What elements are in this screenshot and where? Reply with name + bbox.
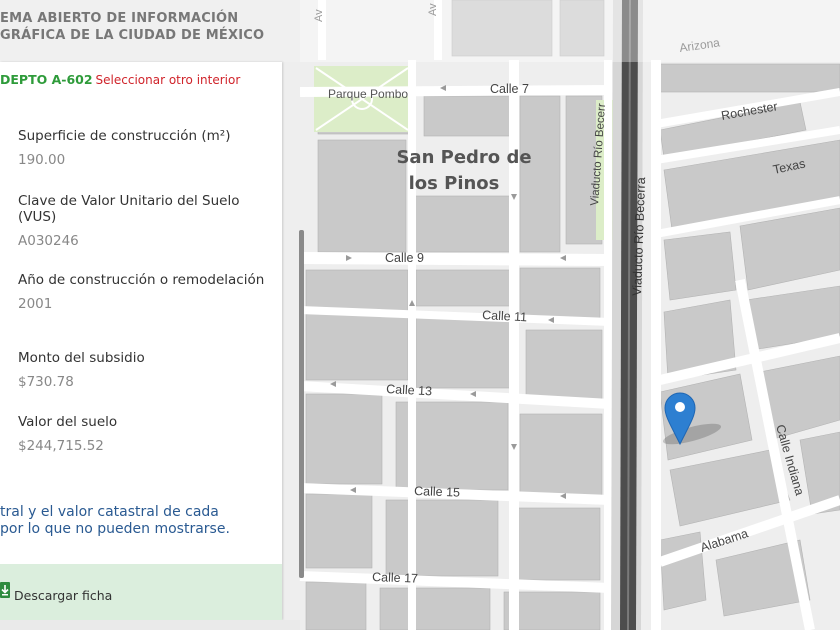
download-sheet-button[interactable]: Descargar ficha xyxy=(0,564,282,620)
field-vus-key: Clave de Valor Unitario del Suelo (VUS) … xyxy=(18,193,268,249)
cadastral-note: tral y el valor catastral de cada por lo… xyxy=(0,504,230,538)
field-value: 190.00 xyxy=(18,152,66,168)
field-label: Año de construcción o remodelación xyxy=(18,272,265,288)
field-label: Valor del suelo xyxy=(18,414,118,430)
street-label-calle-13: Calle 13 xyxy=(386,382,433,398)
system-header: EMA ABIERTO DE INFORMACIÓN GRÁFICA DE LA… xyxy=(0,0,300,62)
field-subsidy-amount: Monto del subsidio $730.78 xyxy=(18,350,268,390)
map-top-fade xyxy=(300,0,840,62)
field-label: Clave de Valor Unitario del Suelo (VUS) xyxy=(18,193,240,225)
neighborhood-label-line1: San Pedro de xyxy=(396,147,531,168)
park-label: Parque Pombo xyxy=(328,87,408,101)
panel-bottom-strip xyxy=(0,620,300,630)
field-value: 2001 xyxy=(18,296,53,312)
field-construction-year: Año de construcción o remodelación 2001 xyxy=(18,272,268,312)
highway-viaducto xyxy=(611,0,643,630)
unit-id: DEPTO A-602 xyxy=(0,72,93,87)
select-other-interior-link[interactable]: Seleccionar otro interior xyxy=(96,73,241,87)
street-label-calle-11: Calle 11 xyxy=(482,308,528,324)
download-icon xyxy=(0,582,10,598)
street-label-calle-9: Calle 9 xyxy=(385,251,424,265)
system-title-line1: EMA ABIERTO DE INFORMACIÓN xyxy=(0,11,239,26)
field-value: A030246 xyxy=(18,233,79,249)
panel-scrollbar[interactable] xyxy=(299,230,304,578)
info-panel: DEPTO A-602 Seleccionar otro interior Sup… xyxy=(0,62,282,620)
note-line1: tral y el valor catastral de cada xyxy=(0,504,219,520)
field-label: Superficie de construcción (m²) xyxy=(18,128,231,144)
field-label: Monto del subsidio xyxy=(18,350,145,366)
neighborhood-label-line2: los Pinos xyxy=(409,173,500,194)
field-value: $730.78 xyxy=(18,374,74,390)
street-label-calle-15: Calle 15 xyxy=(414,484,460,500)
system-title-line2: GRÁFICA DE LA CIUDAD DE MÉXICO xyxy=(0,28,265,43)
field-construction-area: Superficie de construcción (m²) 190.00 xyxy=(18,128,268,168)
street-label-calle-17: Calle 17 xyxy=(372,570,418,586)
street-label-calle-7: Calle 7 xyxy=(490,82,529,96)
unit-header: DEPTO A-602 Seleccionar otro interior xyxy=(0,72,240,87)
download-label: Descargar ficha xyxy=(14,588,113,603)
note-line2: por lo que no pueden mostrarse. xyxy=(0,521,230,537)
field-land-value: Valor del suelo $244,715.52 xyxy=(18,414,268,454)
field-value: $244,715.52 xyxy=(18,438,104,454)
